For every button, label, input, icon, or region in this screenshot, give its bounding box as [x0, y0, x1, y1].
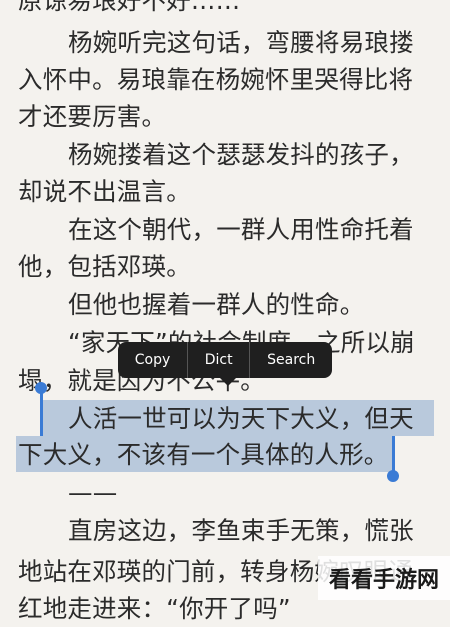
copy-button[interactable]: Copy — [118, 342, 187, 378]
text-line: 杨婉搂着这个瑟瑟发抖的孩子， — [68, 140, 414, 169]
text-line: 在这个朝代，一群人用性命托着 — [68, 215, 414, 244]
site-watermark: 看看手游网 — [318, 556, 450, 600]
text-line: 却说不出温言。 — [18, 177, 191, 206]
reader-page: 原谅易琅好不好……” 杨婉听完这句话，弯腰将易琅搂 入怀中。易琅靠在杨婉怀里哭得… — [0, 0, 450, 623]
selection-start-bar[interactable] — [40, 392, 43, 436]
selection-context-menu: Copy Dict Search — [118, 342, 332, 378]
dict-button[interactable]: Dict — [188, 342, 249, 378]
text-line: 直房这边，李鱼束手无策，慌张 — [68, 516, 414, 545]
search-button[interactable]: Search — [250, 342, 332, 378]
text-line: —— — [68, 478, 118, 507]
text-line: 杨婉听完这句话，弯腰将易琅搂 — [68, 28, 414, 57]
selection-end-bar[interactable] — [392, 436, 395, 474]
text-line: 才还要厉害。 — [18, 102, 167, 131]
selected-text-line[interactable]: 下大义，不该有一个具体的人形。 — [18, 436, 438, 473]
text-line: 他，包括邓瑛。 — [18, 252, 191, 281]
menu-pointer-arrow — [220, 378, 236, 386]
text-line: 入怀中。易琅靠在杨婉怀里哭得比将 — [18, 65, 414, 94]
selected-text-line[interactable]: 人活一世可以为天下大义，但天 — [68, 400, 438, 437]
text-line: 但他也握着一群人的性命。 — [68, 290, 365, 319]
selection-end-handle[interactable] — [387, 470, 399, 482]
text-line: 原谅易琅好不好……” — [18, 0, 254, 15]
